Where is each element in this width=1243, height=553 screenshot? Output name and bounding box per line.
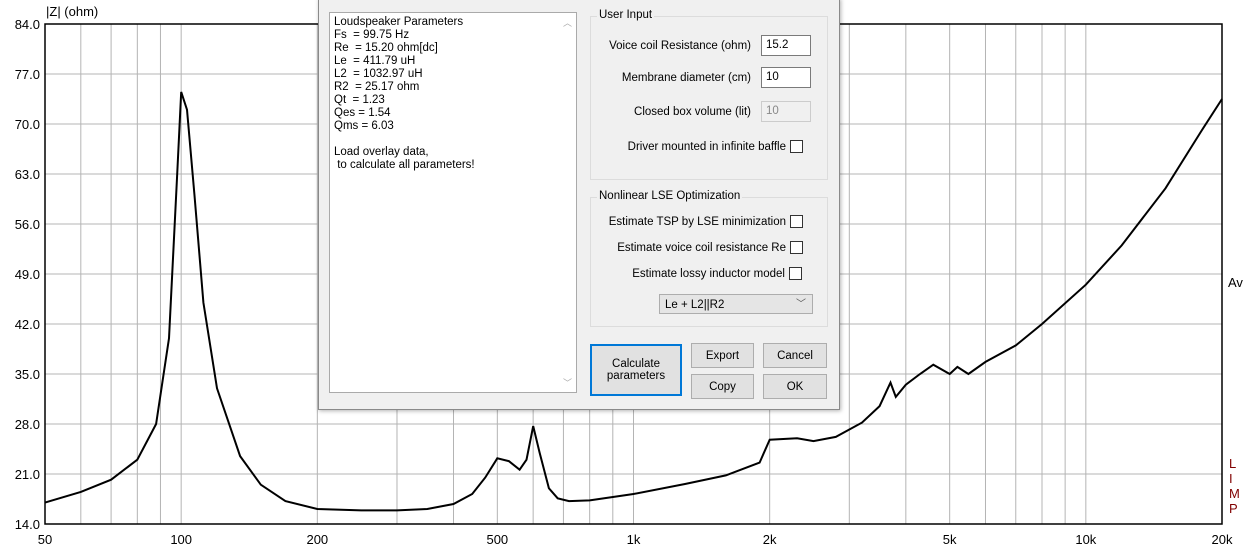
y-axis-label: |Z| (ohm): [46, 4, 98, 19]
y-tick-label: 14.0: [15, 517, 40, 532]
x-tick-label: 1k: [627, 532, 641, 547]
inductor-model-select[interactable]: Le + L2||R2 ﹀: [659, 294, 813, 314]
y-tick-label: 35.0: [15, 367, 40, 382]
y-tick-label: 56.0: [15, 217, 40, 232]
x-tick-label: 2k: [763, 532, 777, 547]
group-title: Nonlinear LSE Optimization: [597, 190, 743, 202]
parameters-textbox[interactable]: Loudspeaker Parameters Fs = 99.75 Hz Re …: [329, 12, 577, 393]
voice-coil-label: Voice coil Resistance (ohm): [609, 39, 751, 52]
tsp-label: Estimate TSP by LSE minimization: [608, 215, 786, 228]
box-volume-label: Closed box volume (lit): [634, 105, 751, 118]
y-tick-label: 84.0: [15, 17, 40, 32]
scrollbar[interactable]: ︿ ﹀: [560, 13, 576, 392]
scroll-up-icon[interactable]: ︿: [563, 16, 572, 29]
lossy-checkbox[interactable]: [789, 267, 802, 280]
baffle-checkbox[interactable]: [790, 140, 803, 153]
scroll-down-icon[interactable]: ﹀: [563, 376, 572, 389]
baffle-label: Driver mounted in infinite baffle: [627, 140, 786, 153]
y-tick-label: 42.0: [15, 317, 40, 332]
export-button[interactable]: Export: [691, 343, 754, 368]
ok-button[interactable]: OK: [763, 374, 827, 399]
calculate-parameters-button[interactable]: Calculate parameters: [590, 344, 682, 396]
re-label: Estimate voice coil resistance Re: [617, 241, 786, 254]
membrane-label: Membrane diameter (cm): [621, 71, 751, 84]
group-title: User Input: [597, 9, 655, 21]
y-tick-label: 49.0: [15, 267, 40, 282]
lse-group: Nonlinear LSE Optimization Estimate TSP …: [590, 190, 828, 327]
box-volume-input: 10: [761, 101, 811, 122]
x-tick-label: 50: [38, 532, 52, 547]
avg-label: Av: [1228, 275, 1243, 290]
membrane-input[interactable]: 10: [761, 67, 811, 88]
x-tick-label: 10k: [1075, 532, 1096, 547]
copy-button[interactable]: Copy: [691, 374, 754, 399]
x-tick-label: 500: [486, 532, 508, 547]
parameters-text: Loudspeaker Parameters Fs = 99.75 Hz Re …: [334, 16, 475, 171]
y-tick-label: 70.0: [15, 117, 40, 132]
re-checkbox[interactable]: [790, 241, 803, 254]
voice-coil-input[interactable]: 15.2: [761, 35, 811, 56]
y-tick-label: 21.0: [15, 467, 40, 482]
lossy-label: Estimate lossy inductor model: [632, 267, 785, 280]
x-tick-label: 5k: [943, 532, 957, 547]
user-input-group: User Input Voice coil Resistance (ohm) 15…: [590, 9, 828, 180]
limp-label: LIMP: [1229, 456, 1240, 516]
x-tick-label: 200: [306, 532, 328, 547]
y-tick-label: 77.0: [15, 67, 40, 82]
tsp-checkbox[interactable]: [790, 215, 803, 228]
y-tick-label: 28.0: [15, 417, 40, 432]
x-tick-label: 100: [170, 532, 192, 547]
loudspeaker-parameters-dialog: Loudspeaker Parameters Fs = 99.75 Hz Re …: [318, 0, 840, 410]
chevron-down-icon: ﹀: [796, 299, 806, 310]
selected-model: Le + L2||R2: [665, 299, 725, 311]
x-tick-label: 20k: [1212, 532, 1233, 547]
cancel-button[interactable]: Cancel: [763, 343, 827, 368]
y-tick-label: 63.0: [15, 167, 40, 182]
